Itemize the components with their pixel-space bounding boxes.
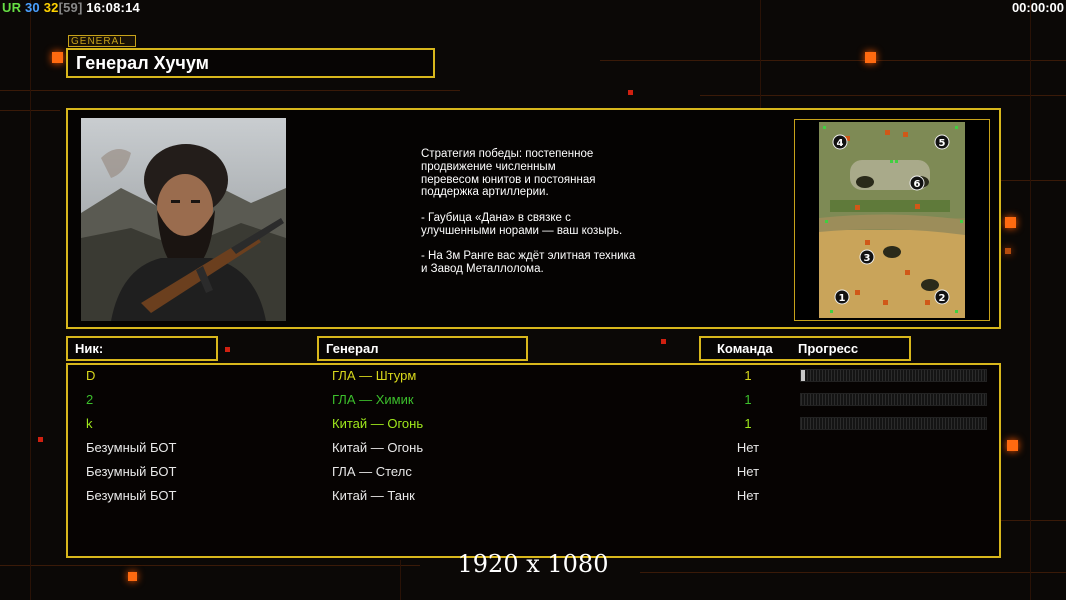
- player-row: Безумный БОТ ГЛА — Стелс Нет: [68, 461, 999, 485]
- player-row: 2 ГЛА — Химик 1: [68, 389, 999, 413]
- player-team: Нет: [736, 440, 760, 455]
- player-nick: D: [86, 368, 96, 383]
- general-tag: GENERAL: [68, 35, 136, 47]
- player-nick: Безумный БОТ: [86, 464, 177, 479]
- player-general: Китай — Танк: [332, 488, 415, 503]
- fps-value-3: [59]: [58, 0, 83, 15]
- players-list: D ГЛА — Штурм 1 2 ГЛА — Химик 1 k Китай …: [66, 363, 1001, 558]
- clock: 16:08:14: [86, 0, 140, 15]
- player-team: 1: [744, 416, 752, 431]
- player-general: ГЛА — Штурм: [332, 368, 417, 383]
- fps-value-1: 30: [25, 0, 40, 15]
- general-info-panel: Стратегия победы: постепенное продвижени…: [66, 108, 1001, 329]
- player-row: D ГЛА — Штурм 1: [68, 365, 999, 389]
- header-team: Команда: [717, 341, 773, 356]
- player-nick: Безумный БОТ: [86, 440, 177, 455]
- player-general: Китай — Огонь: [332, 416, 424, 431]
- player-row: Безумный БОТ Китай — Танк Нет: [68, 485, 999, 509]
- player-row: Безумный БОТ Китай — Огонь Нет: [68, 437, 999, 461]
- fps-value-2: 32: [43, 0, 59, 15]
- start-position-5: 5: [939, 138, 946, 149]
- start-position-6: 6: [914, 179, 921, 190]
- player-general: Китай — Огонь: [332, 440, 424, 455]
- strategy-description: Стратегия победы: постепенное продвижени…: [421, 148, 636, 276]
- player-team: Нет: [736, 464, 760, 479]
- start-position-1: 1: [839, 293, 846, 304]
- fps-ur: UR: [2, 0, 22, 15]
- player-general: ГЛА — Химик: [332, 392, 414, 407]
- header-progress: Прогресс: [798, 341, 859, 356]
- player-progress-bar: [800, 393, 987, 406]
- player-row: k Китай — Огонь 1: [68, 413, 999, 437]
- player-nick: 2: [86, 392, 94, 407]
- fps-overlay: UR 30 32[59] 16:08:14: [2, 0, 140, 15]
- header-team-progress: Команда Прогресс: [699, 336, 911, 361]
- player-general: ГЛА — Стелс: [332, 464, 412, 479]
- general-name-title: Генерал Хучум: [66, 48, 435, 78]
- general-portrait: [81, 118, 286, 321]
- player-team: 1: [744, 392, 752, 407]
- start-position-3: 3: [864, 253, 871, 264]
- player-progress-bar: [800, 369, 987, 382]
- game-timer: 00:00:00: [1011, 0, 1064, 15]
- player-progress-bar: [800, 417, 987, 430]
- player-nick: k: [86, 416, 93, 431]
- resolution-label: 1920 x 1080: [457, 550, 609, 578]
- player-nick: Безумный БОТ: [86, 488, 177, 503]
- player-team: 1: [744, 368, 752, 383]
- header-general: Генерал: [317, 336, 528, 361]
- start-position-4: 4: [837, 138, 844, 149]
- header-nick: Ник:: [66, 336, 218, 361]
- player-team: Нет: [736, 488, 760, 503]
- start-position-2: 2: [939, 293, 946, 304]
- map-preview: 4 5 6 3 1 2: [794, 119, 990, 321]
